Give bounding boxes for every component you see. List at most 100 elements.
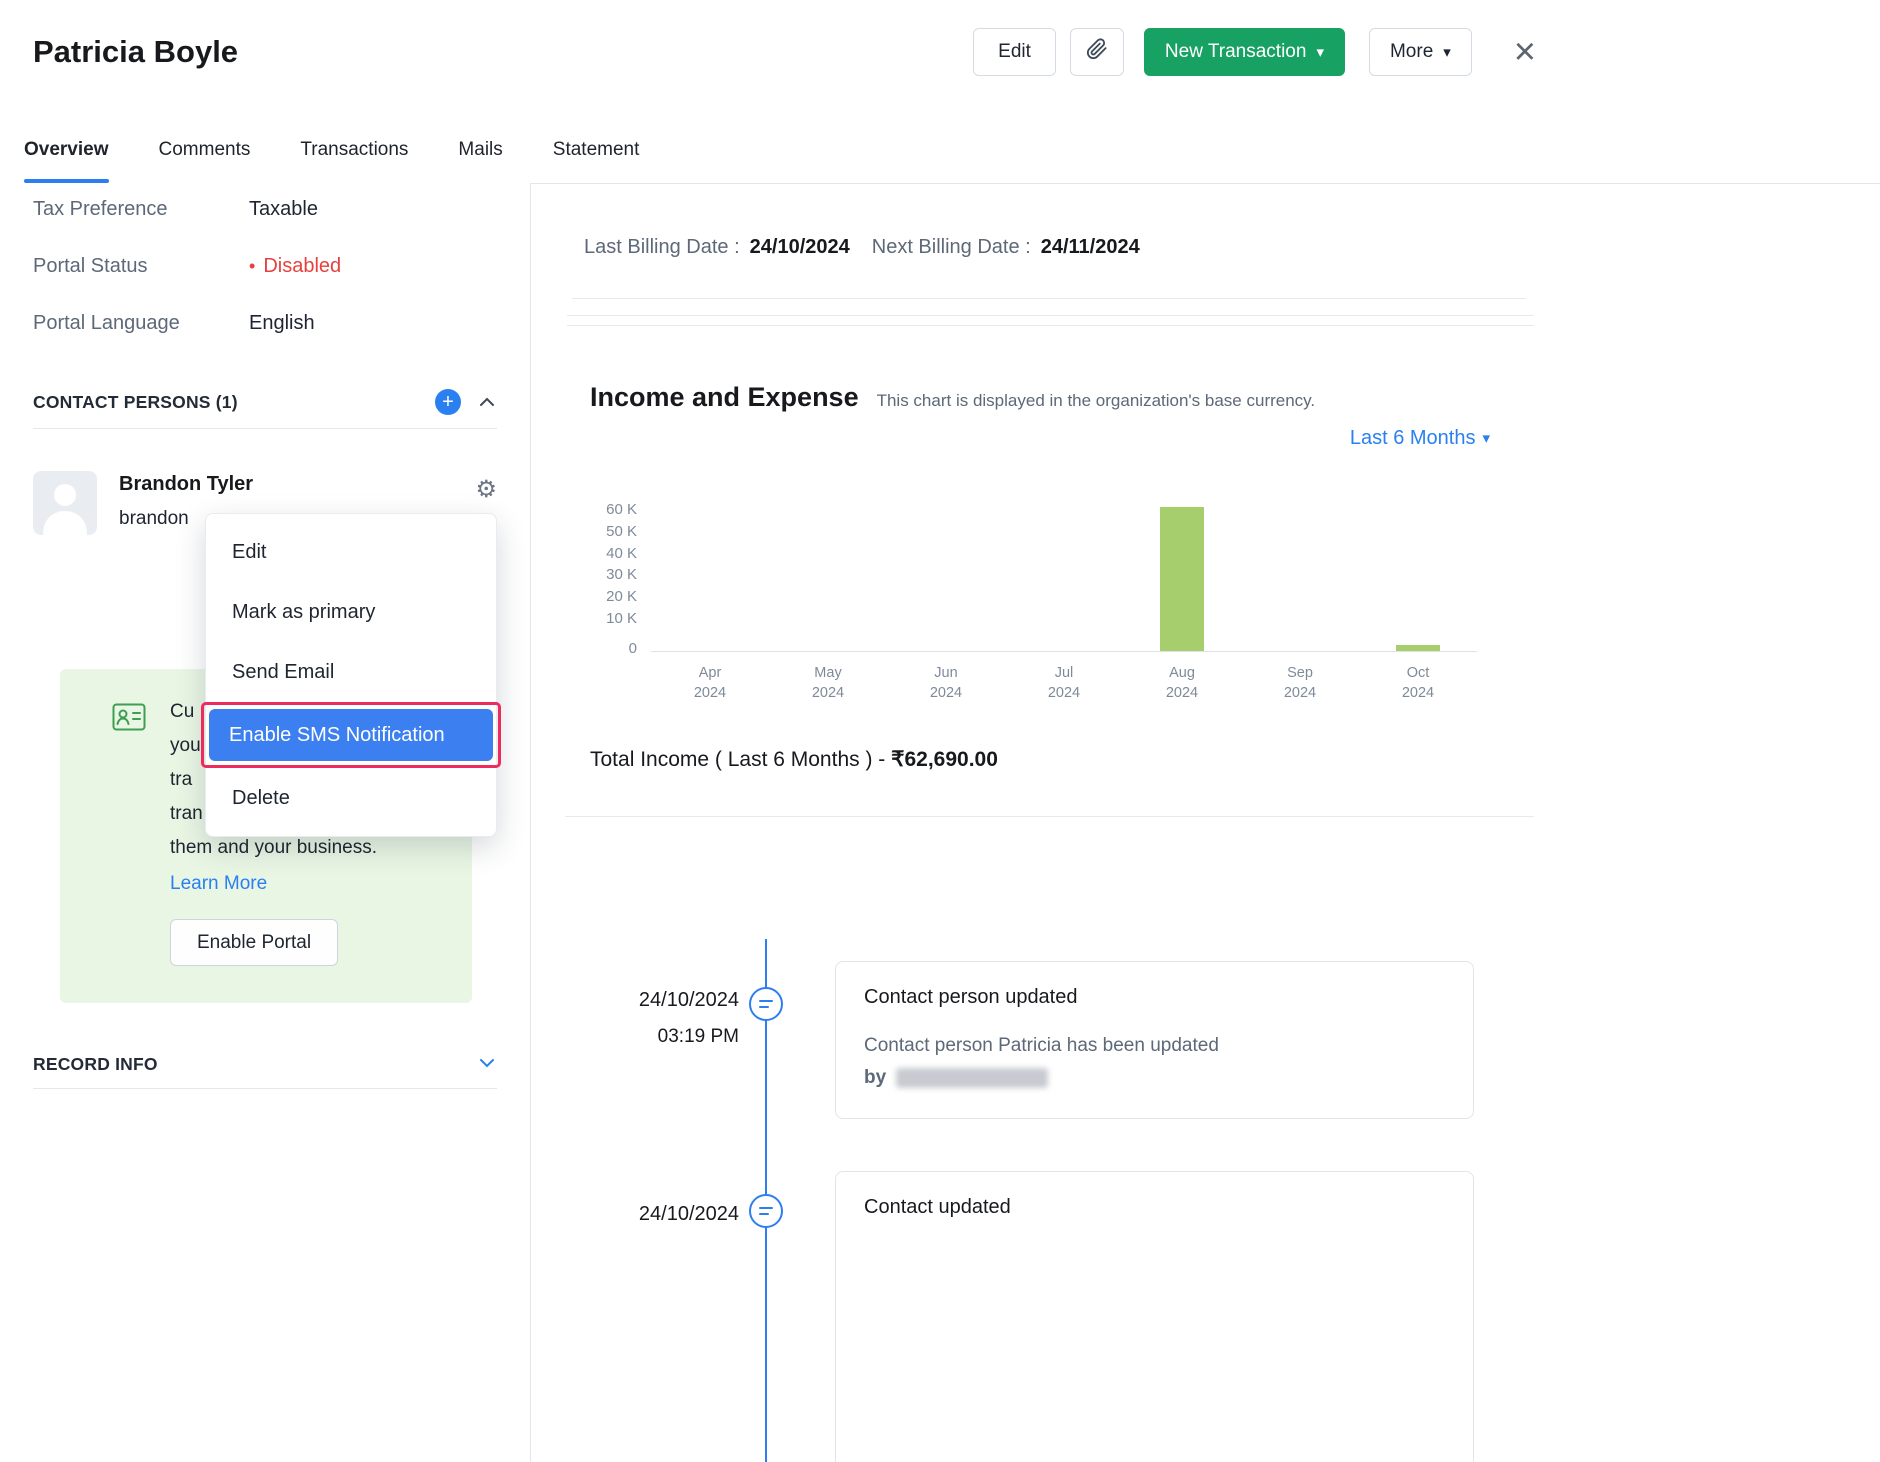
base-currency-note: This chart is displayed in the organizat… bbox=[877, 391, 1316, 411]
tab-statement[interactable]: Statement bbox=[553, 139, 640, 183]
contact-name: Brandon Tyler bbox=[119, 473, 253, 496]
chart-plot bbox=[651, 507, 1477, 652]
menu-item-edit[interactable]: Edit bbox=[206, 522, 496, 582]
chart-bar bbox=[1160, 507, 1204, 651]
divider bbox=[567, 315, 1534, 316]
learn-more-link[interactable]: Learn More bbox=[170, 867, 267, 901]
divider bbox=[33, 428, 497, 429]
x-tick-label: Jul2024 bbox=[1005, 664, 1123, 703]
timeline-date: 24/10/2024 bbox=[569, 1203, 739, 1226]
timeline-node-icon bbox=[749, 1194, 783, 1228]
chart-column bbox=[1241, 507, 1359, 651]
income-expense-header: Income and Expense This chart is display… bbox=[590, 382, 1315, 413]
caret-down-icon: ▾ bbox=[1482, 431, 1490, 446]
timeline-node-icon bbox=[749, 987, 783, 1021]
field-portal-status: Portal Status • Disabled bbox=[33, 255, 530, 278]
more-label: More bbox=[1390, 41, 1433, 63]
attachment-button[interactable] bbox=[1070, 28, 1124, 76]
detail-fields: Tax Preference Taxable Portal Status • Di… bbox=[33, 183, 530, 335]
menu-item-mark-as-primary[interactable]: Mark as primary bbox=[206, 582, 496, 642]
field-value: Disabled bbox=[263, 255, 341, 277]
more-button[interactable]: More ▾ bbox=[1369, 28, 1472, 76]
timeline-date-value: 24/10/2024 bbox=[569, 1203, 739, 1226]
timeline-card-title: Contact updated bbox=[864, 1196, 1445, 1219]
annotation-highlight-box: Enable SMS Notification bbox=[201, 702, 501, 768]
sidebar: Tax Preference Taxable Portal Status • Di… bbox=[0, 183, 531, 1462]
record-info-header[interactable]: RECORD INFO bbox=[33, 1053, 497, 1075]
range-selector[interactable]: Last 6 Months ▾ bbox=[1350, 427, 1490, 450]
last-billing-value: 24/10/2024 bbox=[750, 236, 850, 259]
page-header: Patricia Boyle Edit New Transaction ▾ Mo… bbox=[0, 0, 1880, 104]
income-expense-title: Income and Expense bbox=[590, 382, 859, 413]
chart-column bbox=[1359, 507, 1477, 651]
gear-icon[interactable]: ⚙ bbox=[475, 475, 497, 504]
field-tax-preference: Tax Preference Taxable bbox=[33, 198, 530, 221]
timeline-card-title: Contact person updated bbox=[864, 986, 1445, 1009]
y-tick-label: 0 bbox=[579, 642, 637, 656]
timeline-card: Contact updated bbox=[835, 1171, 1474, 1462]
chart-column bbox=[651, 507, 769, 651]
status-dot-icon: • bbox=[249, 256, 255, 276]
page-title: Patricia Boyle bbox=[33, 34, 973, 70]
billing-dates: Last Billing Date : 24/10/2024 Next Bill… bbox=[584, 236, 1140, 259]
x-tick-label: Oct2024 bbox=[1359, 664, 1477, 703]
edit-button[interactable]: Edit bbox=[973, 28, 1056, 76]
field-value: Taxable bbox=[249, 198, 318, 221]
field-value: English bbox=[249, 312, 315, 335]
status-badge: • Disabled bbox=[249, 255, 341, 278]
chart-y-axis: 60 K50 K40 K30 K20 K10 K0 bbox=[579, 507, 651, 652]
menu-item-enable-sms-notification[interactable]: Enable SMS Notification bbox=[209, 709, 493, 761]
tab-mails[interactable]: Mails bbox=[458, 139, 502, 183]
by-label: by bbox=[864, 1067, 886, 1089]
header-actions: Edit New Transaction ▾ More ▾ × bbox=[973, 28, 1536, 76]
redacted-name bbox=[896, 1068, 1048, 1088]
tab-overview[interactable]: Overview bbox=[24, 139, 109, 183]
x-tick-label: May2024 bbox=[769, 664, 887, 703]
chart-column bbox=[769, 507, 887, 651]
next-billing-label: Next Billing Date : bbox=[872, 236, 1031, 259]
timeline-time-value: 03:19 PM bbox=[569, 1026, 739, 1048]
x-tick-label: Apr2024 bbox=[651, 664, 769, 703]
avatar bbox=[33, 471, 97, 535]
chevron-up-icon[interactable] bbox=[477, 393, 497, 412]
tab-bar: Overview Comments Transactions Mails Sta… bbox=[0, 104, 1880, 183]
menu-item-send-email[interactable]: Send Email bbox=[206, 642, 496, 702]
chevron-down-icon[interactable] bbox=[477, 1053, 497, 1075]
next-billing-value: 24/11/2024 bbox=[1041, 236, 1140, 259]
tab-comments[interactable]: Comments bbox=[159, 139, 251, 183]
y-tick-label: 20 K bbox=[579, 590, 637, 604]
income-expense-chart: 60 K50 K40 K30 K20 K10 K0 Apr2024May2024… bbox=[579, 507, 1477, 703]
add-contact-person-button[interactable]: + bbox=[435, 389, 461, 415]
timeline-date-value: 24/10/2024 bbox=[569, 989, 739, 1012]
chart-x-labels: Apr2024May2024Jun2024Jul2024Aug2024Sep20… bbox=[651, 664, 1477, 703]
new-transaction-button[interactable]: New Transaction ▾ bbox=[1144, 28, 1345, 76]
contact-persons-title: CONTACT PERSONS (1) bbox=[33, 392, 435, 413]
y-tick-label: 50 K bbox=[579, 525, 637, 539]
field-label: Portal Status bbox=[33, 255, 249, 278]
total-income-value: ₹62,690.00 bbox=[891, 748, 998, 771]
chart-bar bbox=[1396, 645, 1440, 651]
new-transaction-label: New Transaction bbox=[1165, 41, 1307, 63]
timeline-card-by: by bbox=[864, 1067, 1445, 1089]
close-icon[interactable]: × bbox=[1514, 33, 1536, 71]
person-icon bbox=[33, 471, 97, 535]
chart-column bbox=[1005, 507, 1123, 651]
chart-column bbox=[887, 507, 1005, 651]
portal-card-icon bbox=[112, 703, 146, 736]
caret-down-icon: ▾ bbox=[1443, 45, 1451, 60]
divider bbox=[572, 298, 1526, 299]
content: Tax Preference Taxable Portal Status • Di… bbox=[0, 183, 1880, 1462]
y-tick-label: 40 K bbox=[579, 547, 637, 561]
chart-column bbox=[1123, 507, 1241, 651]
record-info-title: RECORD INFO bbox=[33, 1054, 477, 1075]
menu-item-delete[interactable]: Delete bbox=[206, 768, 496, 828]
tab-transactions[interactable]: Transactions bbox=[300, 139, 408, 183]
divider bbox=[33, 1088, 497, 1089]
enable-portal-button[interactable]: Enable Portal bbox=[170, 919, 338, 966]
x-tick-label: Aug2024 bbox=[1123, 664, 1241, 703]
contact-persons-header: CONTACT PERSONS (1) + bbox=[33, 389, 497, 415]
field-portal-language: Portal Language English bbox=[33, 312, 530, 335]
total-income-label: Total Income ( Last 6 Months ) - bbox=[590, 748, 891, 771]
field-label: Portal Language bbox=[33, 312, 249, 335]
main-panel: Last Billing Date : 24/10/2024 Next Bill… bbox=[531, 183, 1880, 1462]
